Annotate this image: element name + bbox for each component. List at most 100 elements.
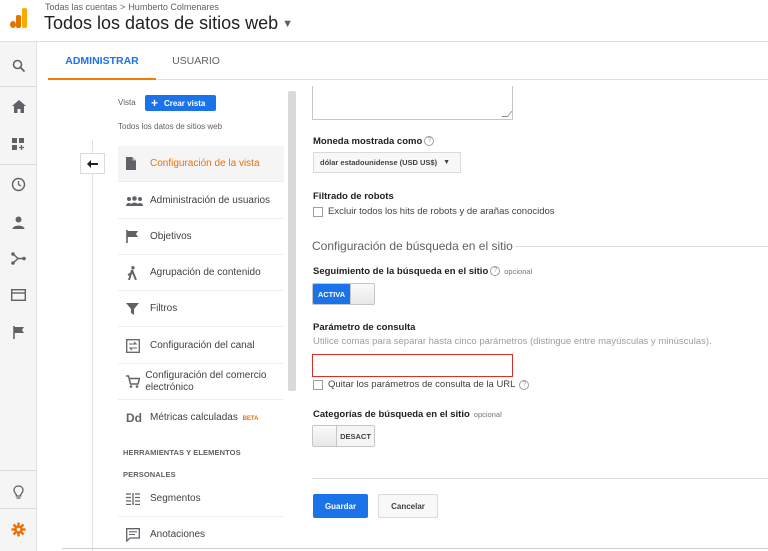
currency-label: Moneda mostrada como? [313,136,435,147]
menu-item-filters[interactable]: Filtros [118,291,284,327]
menu-item-label: Objetivos [150,230,192,242]
flag-icon[interactable] [0,320,37,344]
menu-item-ecommerce-settings[interactable]: Configuración del comercio electrónico [118,364,284,400]
categories-label-text: Categorías de búsqueda en el sitio [313,409,470,420]
channel-icon [118,338,150,353]
query-param-input[interactable] [312,354,513,377]
page-bottom-divider [62,548,768,549]
clock-icon[interactable] [0,172,37,196]
help-icon[interactable]: ? [490,266,501,277]
walker-icon [118,265,150,280]
menu-item-goals[interactable]: Objetivos [118,219,284,255]
currency-select[interactable]: dólar estadounidense (USD US$) ▼ [313,152,461,173]
rail-divider [0,508,37,509]
lightbulb-icon[interactable] [0,480,37,504]
document-icon [118,157,150,170]
view-label: Vista [118,98,136,107]
toggle-off-label: DESACT [337,426,374,446]
dropdown-arrow-icon: ▼ [443,159,451,166]
rail-divider [0,164,37,165]
cancel-button[interactable]: Cancelar [378,494,438,518]
tools-section-heading-line2: PERSONALES [123,470,176,479]
form-footer-divider [312,478,768,479]
plus-icon: + [151,96,159,110]
home-icon[interactable] [0,94,37,118]
beta-badge: BETA [242,416,259,423]
menu-item-label: Configuración del canal [150,339,255,351]
breadcrumb-all-accounts[interactable]: Todas las cuentas [45,2,117,12]
cart-icon [118,375,145,388]
toggle-knob [313,426,337,446]
view-name: Todos los datos de sitios web [118,122,223,131]
menu-item-label: Segmentos [150,492,201,504]
rail-divider [0,86,37,87]
bot-filter-checkbox-label: Excluir todos los hits de robots y de ar… [328,206,555,217]
search-icon[interactable] [0,54,37,78]
menu-item-label: Filtros [150,302,178,314]
filter-icon [118,302,150,315]
annotation-icon [118,528,150,542]
breadcrumb-account[interactable]: Humberto Colmenares [128,2,219,12]
toggle-on-label: ACTIVA [313,284,350,304]
currency-select-value: dólar estadounidense (USD US$) [320,158,438,167]
resize-grip-icon[interactable] [501,111,513,117]
analytics-logo-icon[interactable] [10,8,28,28]
optional-tag: opcional [504,267,533,276]
help-icon[interactable]: ? [519,379,530,390]
menu-item-label: Administración de usuarios [150,194,271,206]
categories-toggle[interactable]: DESACT [312,425,375,447]
menu-item-content-grouping[interactable]: Agrupación de contenido [118,255,284,291]
arrow-left-icon [87,159,98,168]
section-divider [515,246,768,247]
strip-params-row: Quitar los parámetros de consulta de la … [313,379,530,390]
dd-icon: Dd [126,411,142,425]
rail-divider [0,470,37,471]
menu-item-view-settings[interactable]: Configuración de la vista [118,146,284,182]
person-icon[interactable] [0,210,37,234]
flag-icon [118,230,150,243]
search-tracking-label: Seguimiento de la búsqueda en el sitio? o… [313,266,532,277]
menu-item-label: Métricas calculadas BETA [150,412,258,424]
menu-item-label: Configuración de la vista [150,157,260,169]
bot-filter-label: Filtrado de robots [313,191,394,202]
app-header: Todas las cuentas > Humberto Colmenares To… [0,0,768,42]
menu-item-label: Configuración del comercio electrónico [145,370,267,393]
view-column-scrollbar[interactable] [288,91,296,391]
categories-label: Categorías de búsqueda en el sitio opcion… [313,409,502,420]
menu-item-segments[interactable]: Segmentos [118,481,284,517]
description-textarea[interactable] [312,86,513,120]
toggle-knob [350,284,374,304]
menu-item-label: Anotaciones [150,529,206,541]
save-button[interactable]: Guardar [313,494,368,518]
column-divider [92,140,93,551]
create-view-label: Crear vista [164,98,206,108]
tab-administrar[interactable]: ADMINISTRAR [48,42,156,80]
strip-params-checkbox[interactable] [313,379,323,390]
bot-filter-checkbox[interactable] [313,206,323,217]
search-tracking-toggle[interactable]: ACTIVA [312,283,375,305]
menu-item-label: Agrupación de contenido [150,266,261,278]
menu-item-annotations[interactable]: Anotaciones [118,517,284,551]
optional-tag: opcional [473,410,502,419]
menu-item-calculated-metrics[interactable]: Dd Métricas calculadas BETA [118,400,284,436]
currency-label-text: Moneda mostrada como [313,136,423,147]
create-view-button[interactable]: + Crear vista [145,95,216,111]
query-param-hint: Utilice comas para separar hasta cinco p… [313,336,712,347]
gear-icon[interactable] [0,517,37,541]
acquisition-icon[interactable] [0,246,37,270]
tab-usuario[interactable]: USUARIO [156,42,236,80]
behavior-icon[interactable] [0,283,37,307]
search-tracking-label-text: Seguimiento de la búsqueda en el sitio [313,266,489,277]
menu-item-user-management[interactable]: Administración de usuarios [118,183,284,219]
caret-down-icon: ▼ [282,18,294,30]
users-icon [118,195,150,206]
menu-item-channel-settings[interactable]: Configuración del canal [118,328,284,364]
dashboard-icon[interactable] [0,132,37,156]
view-selector[interactable]: Todos los datos de sitios web ▼ [44,13,293,34]
query-param-label: Parámetro de consulta [313,322,416,333]
back-button[interactable] [80,153,105,174]
breadcrumb-separator: > [120,2,126,12]
site-search-section-title: Configuración de búsqueda en el sitio [312,239,513,253]
help-icon[interactable]: ? [424,136,435,147]
page-title: Todos los datos de sitios web [44,13,279,33]
